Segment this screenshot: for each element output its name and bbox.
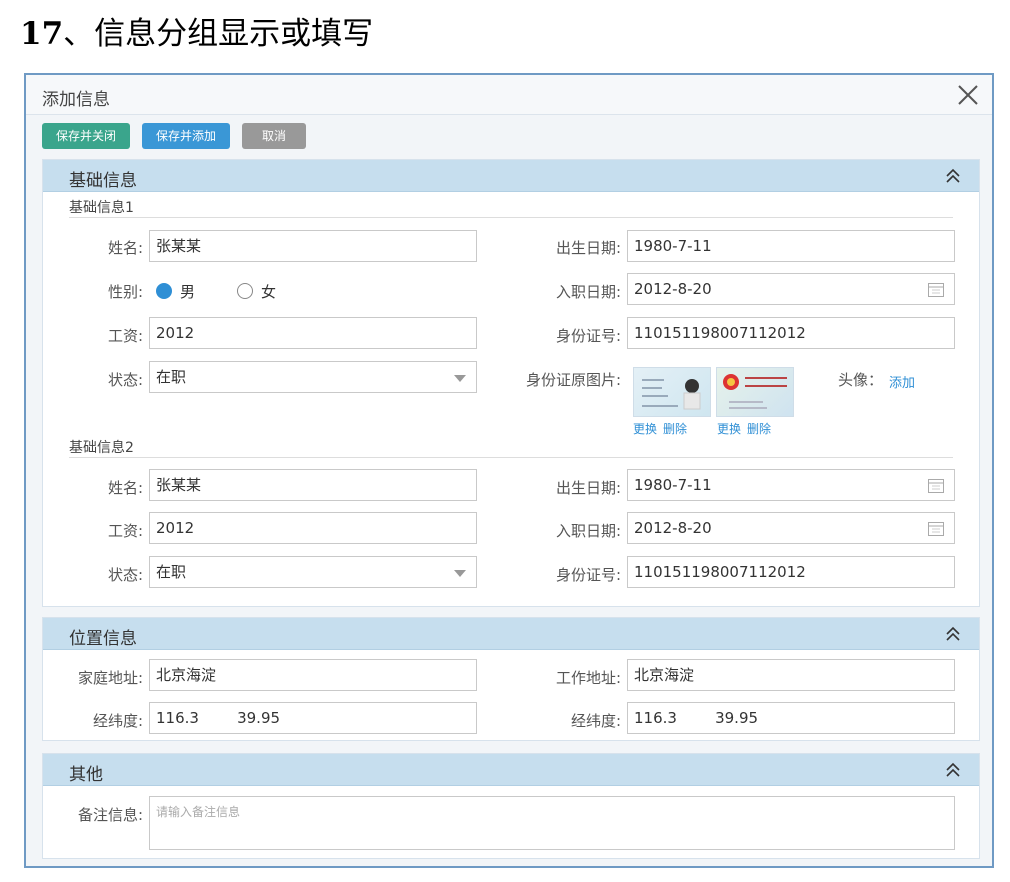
name-field[interactable]: 张某某 — [149, 469, 477, 501]
hire-date-value: 2012-8-20 — [634, 519, 712, 537]
close-icon[interactable] — [956, 83, 980, 107]
id-front-change-link[interactable]: 更换 — [633, 420, 657, 437]
home-address-label: 家庭地址: — [77, 669, 143, 687]
coordinates-field[interactable]: 116.3 39.95 — [627, 702, 955, 734]
name-label: 姓名: — [107, 479, 143, 497]
group2-title: 基础信息2 — [69, 440, 134, 456]
birth-date-label: 出生日期: — [555, 479, 621, 497]
id-card-back-icon — [723, 374, 787, 409]
status-label: 状态: — [107, 371, 143, 389]
dropdown-arrow-icon — [454, 570, 466, 577]
home-address-field[interactable]: 北京海淀 — [149, 659, 477, 691]
location-panel: 位置信息 家庭地址: 北京海淀 工作地址: 北京海淀 经纬度: 116.3 39… — [42, 617, 980, 741]
heading-text: 、信息分组显示或填写 — [63, 16, 374, 52]
group1-title: 基础信息1 — [69, 200, 134, 216]
id-number-label: 身份证号: — [555, 327, 621, 345]
salary-field[interactable]: 2012 — [149, 317, 477, 349]
hire-date-value: 2012-8-20 — [634, 280, 712, 298]
id-number-label: 身份证号: — [555, 566, 621, 584]
hire-date-field[interactable]: 2012-8-20 — [627, 512, 955, 544]
collapse-up-icon[interactable] — [945, 168, 961, 184]
gender-female-label: 女 — [261, 283, 277, 301]
calendar-icon[interactable] — [928, 478, 944, 493]
coordinates-field[interactable]: 116.3 39.95 — [149, 702, 477, 734]
coordinates-label: 经纬度: — [92, 712, 143, 730]
basic-info-header[interactable]: 基础信息 — [43, 160, 979, 192]
calendar-icon[interactable] — [928, 282, 944, 297]
gender-male-label: 男 — [180, 283, 196, 301]
remark-textarea[interactable]: 请输入备注信息 — [149, 796, 955, 850]
status-value: 在职 — [156, 563, 187, 581]
name-label: 姓名: — [107, 239, 143, 257]
collapse-up-icon[interactable] — [945, 762, 961, 778]
calendar-icon[interactable] — [928, 521, 944, 536]
basic-info-panel: 基础信息 基础信息1 姓名: 张某某 出生日期: 1980-7-11 性别: 男… — [42, 159, 980, 607]
divider — [69, 457, 953, 458]
birth-date-label: 出生日期: — [555, 239, 621, 257]
hire-date-label: 入职日期: — [555, 283, 621, 301]
collapse-up-icon[interactable] — [945, 626, 961, 642]
dialog-title: 添加信息 — [42, 90, 110, 110]
id-back-delete-link[interactable]: 删除 — [747, 420, 771, 437]
divider — [69, 217, 953, 218]
location-header[interactable]: 位置信息 — [43, 618, 979, 650]
salary-field[interactable]: 2012 — [149, 512, 477, 544]
status-select[interactable]: 在职 — [149, 361, 477, 393]
other-header[interactable]: 其他 — [43, 754, 979, 786]
id-number-field[interactable]: 110151198007112012 — [627, 317, 955, 349]
id-card-front-image[interactable] — [633, 367, 711, 417]
birth-date-field[interactable]: 1980-7-11 — [627, 469, 955, 501]
save-add-button[interactable]: 保存并添加 — [142, 123, 230, 149]
gender-label: 性别: — [107, 283, 143, 301]
other-title: 其他 — [69, 765, 103, 785]
id-image-label: 身份证原图片: — [525, 371, 621, 389]
basic-info-title: 基础信息 — [69, 171, 137, 191]
dialog-header: 添加信息 — [26, 75, 992, 115]
gender-male-radio[interactable] — [156, 283, 172, 299]
gender-female-radio[interactable] — [237, 283, 253, 299]
name-field[interactable]: 张某某 — [149, 230, 477, 262]
id-number-field[interactable]: 110151198007112012 — [627, 556, 955, 588]
work-address-label: 工作地址: — [555, 669, 621, 687]
salary-label: 工资: — [107, 522, 143, 540]
id-card-front-icon — [642, 379, 701, 410]
status-select[interactable]: 在职 — [149, 556, 477, 588]
add-info-dialog: 添加信息 保存并关闭 保存并添加 取消 基础信息 基础信息1 姓名: 张某某 出… — [24, 73, 994, 868]
birth-date-field[interactable]: 1980-7-11 — [627, 230, 955, 262]
id-back-change-link[interactable]: 更换 — [717, 420, 741, 437]
id-front-delete-link[interactable]: 删除 — [663, 420, 687, 437]
avatar-add-link[interactable]: 添加 — [889, 372, 915, 391]
coordinates-label: 经纬度: — [570, 712, 621, 730]
page-heading: 17、信息分组显示或填写 — [20, 8, 373, 53]
dropdown-arrow-icon — [454, 375, 466, 382]
salary-label: 工资: — [107, 327, 143, 345]
birth-date-value: 1980-7-11 — [634, 476, 712, 494]
heading-number: 17 — [20, 16, 64, 52]
avatar-label: 头像： — [838, 371, 884, 389]
status-label: 状态: — [107, 566, 143, 584]
hire-date-field[interactable]: 2012-8-20 — [627, 273, 955, 305]
remark-label: 备注信息: — [77, 806, 143, 824]
other-panel: 其他 备注信息: 请输入备注信息 — [42, 753, 980, 859]
work-address-field[interactable]: 北京海淀 — [627, 659, 955, 691]
cancel-button[interactable]: 取消 — [242, 123, 306, 149]
save-close-button[interactable]: 保存并关闭 — [42, 123, 130, 149]
location-title: 位置信息 — [69, 629, 137, 649]
hire-date-label: 入职日期: — [555, 522, 621, 540]
id-card-back-image[interactable] — [716, 367, 794, 417]
status-value: 在职 — [156, 368, 187, 386]
